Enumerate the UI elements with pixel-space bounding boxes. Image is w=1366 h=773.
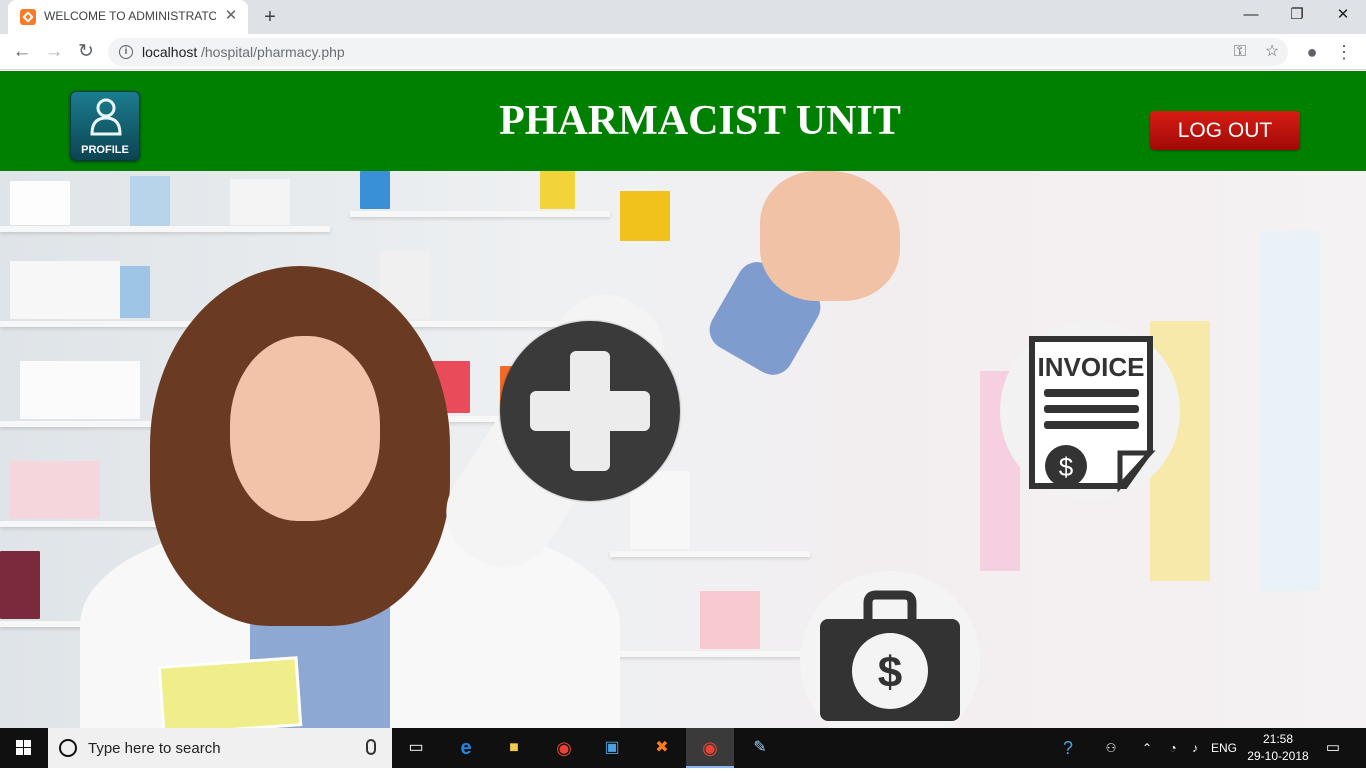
site-header: PROFILE PHARMACIST UNIT LOG OUT bbox=[0, 71, 1366, 171]
url-path: /hospital/pharmacy.php bbox=[201, 44, 345, 60]
shelf bbox=[350, 211, 610, 217]
paint-icon: ✎ bbox=[753, 739, 767, 756]
product-box bbox=[620, 191, 670, 241]
medical-cross-icon bbox=[530, 351, 650, 471]
taskbar-chrome[interactable]: ◉ bbox=[540, 728, 588, 768]
pharmacist-face bbox=[230, 336, 380, 521]
product-box bbox=[10, 261, 120, 319]
product-box bbox=[0, 551, 40, 619]
money-bag-icon: $ bbox=[820, 590, 960, 721]
product-box bbox=[230, 179, 290, 225]
action-center-icon[interactable]: ▭ bbox=[1318, 728, 1348, 768]
product-box bbox=[700, 591, 760, 649]
svg-text:$: $ bbox=[1059, 452, 1074, 482]
microphone-icon[interactable] bbox=[366, 739, 376, 755]
new-tab-button[interactable]: + bbox=[258, 5, 282, 29]
windows-logo-icon bbox=[16, 740, 31, 755]
pharmacy-background-photo: INVOICE $ $ bbox=[0, 171, 1366, 728]
product-box bbox=[130, 176, 170, 226]
folder-icon: ■ bbox=[509, 739, 519, 756]
xampp-icon: ✖ bbox=[655, 739, 669, 756]
taskbar-clock[interactable]: 21:58 29-10-2018 bbox=[1244, 731, 1312, 765]
clock-date: 29-10-2018 bbox=[1247, 749, 1309, 763]
url-host: localhost bbox=[142, 44, 198, 60]
product-box bbox=[20, 361, 140, 419]
invoice-icon: INVOICE $ bbox=[1029, 336, 1156, 493]
product-box bbox=[360, 171, 390, 209]
network-icon[interactable]: ◔ bbox=[1162, 728, 1184, 768]
shelf bbox=[610, 551, 810, 557]
xampp-favicon-icon bbox=[20, 9, 36, 25]
chrome-icon: ◉ bbox=[556, 738, 572, 758]
address-bar[interactable]: i localhost /hospital/pharmacy.php ⚿ ☆ bbox=[108, 38, 1288, 66]
clock-time: 21:58 bbox=[1262, 732, 1294, 746]
app-icon: ▣ bbox=[604, 739, 620, 756]
invoice-button[interactable]: INVOICE $ bbox=[1000, 321, 1180, 501]
taskbar-edge[interactable]: e bbox=[442, 728, 490, 768]
profile-label: PROFILE bbox=[81, 144, 129, 156]
menu-kebab-icon[interactable]: ⋮ bbox=[1332, 40, 1356, 64]
taskbar-search-box[interactable]: Type here to search bbox=[48, 728, 392, 768]
help-icon[interactable]: ? bbox=[1056, 728, 1080, 768]
restore-button[interactable]: ❐ bbox=[1274, 0, 1320, 30]
product-box bbox=[120, 266, 150, 318]
medicine-button[interactable] bbox=[500, 321, 680, 501]
product-box bbox=[1260, 231, 1320, 591]
taskbar-xampp[interactable]: ✖ bbox=[638, 728, 686, 768]
volume-icon[interactable]: ♪ bbox=[1184, 728, 1206, 768]
task-view-icon: ▭ bbox=[408, 739, 424, 756]
logout-button[interactable]: LOG OUT bbox=[1150, 111, 1300, 150]
taskbar-file-explorer[interactable]: ■ bbox=[490, 728, 538, 768]
back-arrow-icon[interactable]: ← bbox=[10, 40, 34, 64]
product-box bbox=[10, 181, 70, 225]
people-icon[interactable]: ⚇ bbox=[1100, 728, 1122, 768]
taskbar-paint[interactable]: ✎ bbox=[736, 728, 784, 768]
shelf bbox=[610, 651, 810, 657]
tab-close-icon[interactable]: ✕ bbox=[222, 7, 240, 25]
taskbar-app[interactable]: ▣ bbox=[588, 728, 636, 768]
reload-icon[interactable]: ↻ bbox=[74, 40, 98, 64]
forward-arrow-icon[interactable]: → bbox=[42, 40, 66, 64]
taskbar-chrome-active[interactable]: ◉ bbox=[686, 728, 734, 768]
browser-toolbar: ← → ↻ i localhost /hospital/pharmacy.php… bbox=[0, 34, 1366, 70]
user-icon bbox=[90, 98, 122, 136]
payment-button[interactable]: $ bbox=[800, 571, 980, 728]
chevron-up-icon[interactable]: ⌃ bbox=[1136, 728, 1158, 768]
windows-taskbar: Type here to search ▭ e ■ ◉ ▣ ✖ ◉ ✎ ? ⚇ … bbox=[0, 728, 1366, 768]
tab-title: WELCOME TO ADMINISTRATOR U bbox=[44, 9, 216, 23]
pharmacist-hand bbox=[760, 171, 900, 301]
close-window-button[interactable]: ✕ bbox=[1320, 0, 1366, 30]
site-info-icon[interactable]: i bbox=[119, 45, 133, 59]
page-content: PROFILE PHARMACIST UNIT LOG OUT INVOICE … bbox=[0, 71, 1366, 728]
bookmark-star-icon[interactable]: ☆ bbox=[1262, 42, 1282, 62]
language-indicator[interactable]: ENG bbox=[1208, 728, 1240, 768]
invoice-label: INVOICE bbox=[1038, 352, 1145, 382]
cortana-icon bbox=[59, 739, 77, 757]
book bbox=[157, 656, 303, 728]
chrome-icon: ◉ bbox=[702, 738, 718, 758]
browser-tab-strip: WELCOME TO ADMINISTRATOR U ✕ + — ❐ ✕ bbox=[0, 0, 1366, 34]
product-box bbox=[540, 171, 575, 209]
windows-start-button[interactable] bbox=[0, 728, 48, 768]
profile-button[interactable]: PROFILE bbox=[70, 91, 140, 161]
product-box bbox=[10, 461, 100, 519]
minimize-button[interactable]: — bbox=[1228, 0, 1274, 30]
browser-tab[interactable]: WELCOME TO ADMINISTRATOR U ✕ bbox=[8, 0, 248, 34]
search-placeholder: Type here to search bbox=[88, 740, 221, 757]
key-icon[interactable]: ⚿ bbox=[1230, 42, 1250, 62]
edge-icon: e bbox=[460, 737, 472, 759]
task-view-button[interactable]: ▭ bbox=[392, 728, 440, 768]
page-title: PHARMACIST UNIT bbox=[499, 98, 901, 144]
payment-label: $ bbox=[878, 648, 902, 697]
shelf bbox=[0, 226, 330, 232]
account-icon[interactable]: ● bbox=[1300, 40, 1324, 64]
